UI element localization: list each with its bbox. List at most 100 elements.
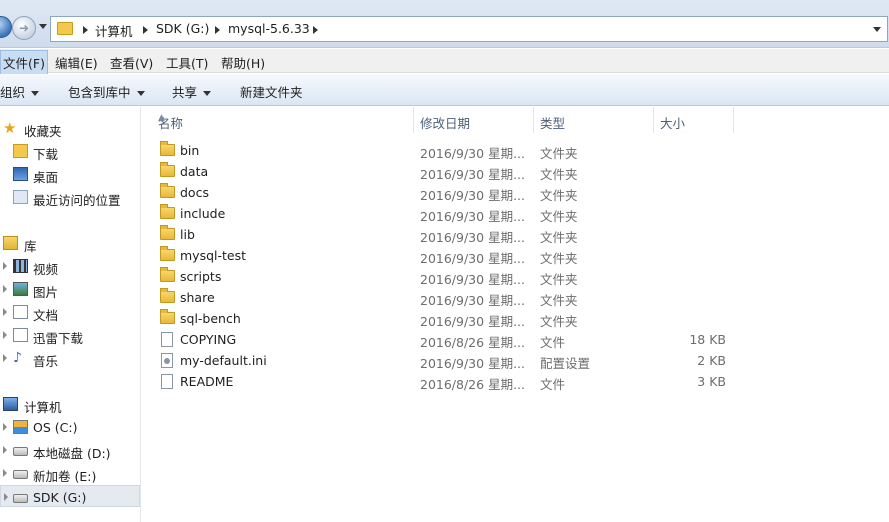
breadcrumb-drive[interactable]: SDK (G:) bbox=[156, 21, 209, 36]
sidebar-item-label: 收藏夹 bbox=[24, 124, 62, 139]
breadcrumb-separator-icon[interactable] bbox=[83, 26, 88, 34]
expand-arrow-icon[interactable] bbox=[3, 262, 7, 270]
sidebar-item-label: 文档 bbox=[33, 308, 59, 323]
file-name: include bbox=[180, 206, 226, 221]
new-folder-button[interactable]: 新建文件夹 bbox=[240, 82, 303, 101]
column-header-type[interactable]: 类型 bbox=[534, 107, 654, 133]
share-button[interactable]: 共享 bbox=[172, 82, 212, 101]
address-dropdown-icon[interactable] bbox=[873, 27, 881, 32]
table-row[interactable]: include 2016/9/30 星期... 文件夹 bbox=[142, 203, 889, 224]
sidebar-item-label: 新加卷 (E:) bbox=[33, 469, 97, 484]
sidebar-item-music[interactable]: ♪ 音乐 bbox=[0, 347, 140, 369]
menu-file[interactable]: 文件(F) bbox=[0, 50, 48, 75]
expand-arrow-icon[interactable] bbox=[3, 331, 7, 339]
table-row[interactable]: mysql-test 2016/9/30 星期... 文件夹 bbox=[142, 245, 889, 266]
table-row[interactable]: docs 2016/9/30 星期... 文件夹 bbox=[142, 182, 889, 203]
file-icon bbox=[161, 332, 173, 347]
table-row[interactable]: share 2016/9/30 星期... 文件夹 bbox=[142, 287, 889, 308]
sidebar-item-videos[interactable]: 视频 bbox=[0, 255, 140, 277]
video-icon bbox=[13, 259, 28, 273]
expand-arrow-icon[interactable] bbox=[4, 493, 8, 501]
sidebar-item-label: 本地磁盘 (D:) bbox=[33, 446, 111, 461]
expand-arrow-icon[interactable] bbox=[3, 354, 7, 362]
include-in-library-button[interactable]: 包含到库中 bbox=[68, 82, 145, 101]
organize-button[interactable]: 组织 bbox=[0, 82, 40, 101]
sidebar-item-libraries[interactable]: 库 bbox=[0, 232, 140, 254]
breadcrumb-separator-icon[interactable] bbox=[313, 26, 318, 34]
sidebar-item-label: 库 bbox=[24, 239, 37, 254]
os-drive-icon bbox=[13, 420, 28, 434]
breadcrumb-computer[interactable]: 计算机 bbox=[95, 21, 133, 40]
sidebar-item-label: 迅雷下载 bbox=[33, 331, 84, 346]
menu-help[interactable]: 帮助(H) bbox=[221, 53, 265, 72]
chevron-down-icon bbox=[31, 91, 40, 96]
sidebar-item-thunder[interactable]: 迅雷下载 bbox=[0, 324, 140, 346]
file-date: 2016/8/26 星期... bbox=[420, 377, 525, 392]
file-type: 文件夹 bbox=[540, 167, 578, 182]
file-name: data bbox=[180, 164, 209, 179]
file-name: COPYING bbox=[180, 332, 237, 347]
file-name: mysql-test bbox=[180, 248, 247, 263]
sidebar-item-documents[interactable]: 文档 bbox=[0, 301, 140, 323]
sidebar-item-computer[interactable]: 计算机 bbox=[0, 393, 140, 415]
expand-arrow-icon[interactable] bbox=[3, 446, 7, 454]
file-name: scripts bbox=[180, 269, 222, 284]
sidebar-item-label: 最近访问的位置 bbox=[33, 193, 121, 208]
file-type: 文件夹 bbox=[540, 209, 578, 224]
menu-edit[interactable]: 编辑(E) bbox=[55, 53, 98, 72]
table-row[interactable]: lib 2016/9/30 星期... 文件夹 bbox=[142, 224, 889, 245]
file-date: 2016/9/30 星期... bbox=[420, 167, 525, 182]
sort-ascending-icon: ▲ bbox=[158, 113, 165, 123]
forward-button[interactable]: ➜ bbox=[12, 16, 36, 40]
file-date: 2016/9/30 星期... bbox=[420, 251, 525, 266]
back-button[interactable] bbox=[0, 16, 12, 38]
sidebar-item-drive-e[interactable]: 新加卷 (E:) bbox=[0, 462, 140, 484]
file-type: 文件夹 bbox=[540, 146, 578, 161]
file-name: sql-bench bbox=[180, 311, 241, 326]
recent-places-icon bbox=[13, 190, 28, 204]
file-size: 18 KB bbox=[689, 332, 726, 347]
sidebar-item-drive-c[interactable]: OS (C:) bbox=[0, 416, 140, 438]
table-row[interactable]: my-default.ini 2016/9/30 星期... 配置设置 2 KB bbox=[142, 350, 889, 371]
expand-arrow-icon[interactable] bbox=[3, 423, 7, 431]
hard-drive-icon bbox=[13, 447, 28, 456]
table-row[interactable]: scripts 2016/9/30 星期... 文件夹 bbox=[142, 266, 889, 287]
file-size: 2 KB bbox=[697, 353, 726, 368]
column-header-name[interactable]: 名称 ▲ bbox=[152, 107, 414, 133]
table-row[interactable]: README 2016/8/26 星期... 文件 3 KB bbox=[142, 371, 889, 392]
sidebar-item-drive-d[interactable]: 本地磁盘 (D:) bbox=[0, 439, 140, 461]
folder-icon bbox=[160, 204, 175, 219]
sidebar-item-label: 桌面 bbox=[33, 170, 59, 185]
sidebar-item-drive-g[interactable]: SDK (G:) bbox=[0, 485, 140, 507]
table-row[interactable]: data 2016/9/30 星期... 文件夹 bbox=[142, 161, 889, 182]
menu-tools[interactable]: 工具(T) bbox=[166, 53, 208, 72]
file-name: README bbox=[180, 374, 234, 389]
file-name: bin bbox=[180, 143, 200, 158]
menu-view[interactable]: 查看(V) bbox=[110, 53, 153, 72]
column-header-date[interactable]: 修改日期 bbox=[414, 107, 534, 133]
folder-icon bbox=[160, 141, 175, 156]
sidebar-item-downloads[interactable]: 下载 bbox=[0, 140, 140, 162]
expand-arrow-icon[interactable] bbox=[3, 285, 7, 293]
table-row[interactable]: bin 2016/9/30 星期... 文件夹 bbox=[142, 140, 889, 161]
breadcrumb-separator-icon[interactable] bbox=[143, 26, 148, 34]
column-header-size[interactable]: 大小 bbox=[654, 107, 734, 133]
forward-arrow-icon: ➜ bbox=[18, 21, 30, 35]
breadcrumb-separator-icon[interactable] bbox=[215, 26, 220, 34]
table-row[interactable]: COPYING 2016/8/26 星期... 文件 18 KB bbox=[142, 329, 889, 350]
breadcrumb-folder[interactable]: mysql-5.6.33 bbox=[228, 21, 310, 36]
sidebar-item-pictures[interactable]: 图片 bbox=[0, 278, 140, 300]
folder-icon bbox=[160, 267, 175, 282]
sidebar-item-desktop[interactable]: 桌面 bbox=[0, 163, 140, 185]
sidebar-item-favorites[interactable]: ★ 收藏夹 bbox=[0, 117, 140, 140]
expand-arrow-icon[interactable] bbox=[3, 308, 7, 316]
column-header-label: 修改日期 bbox=[420, 116, 471, 131]
sidebar-item-label: 视频 bbox=[33, 262, 59, 277]
address-bar[interactable]: 计算机 SDK (G:) mysql-5.6.33 bbox=[50, 16, 888, 42]
sidebar-item-recent[interactable]: 最近访问的位置 bbox=[0, 186, 140, 208]
sidebar-item-label: 计算机 bbox=[24, 400, 62, 415]
recent-pages-dropdown[interactable] bbox=[39, 24, 47, 29]
file-date: 2016/8/26 星期... bbox=[420, 335, 525, 350]
expand-arrow-icon[interactable] bbox=[3, 469, 7, 477]
table-row[interactable]: sql-bench 2016/9/30 星期... 文件夹 bbox=[142, 308, 889, 329]
